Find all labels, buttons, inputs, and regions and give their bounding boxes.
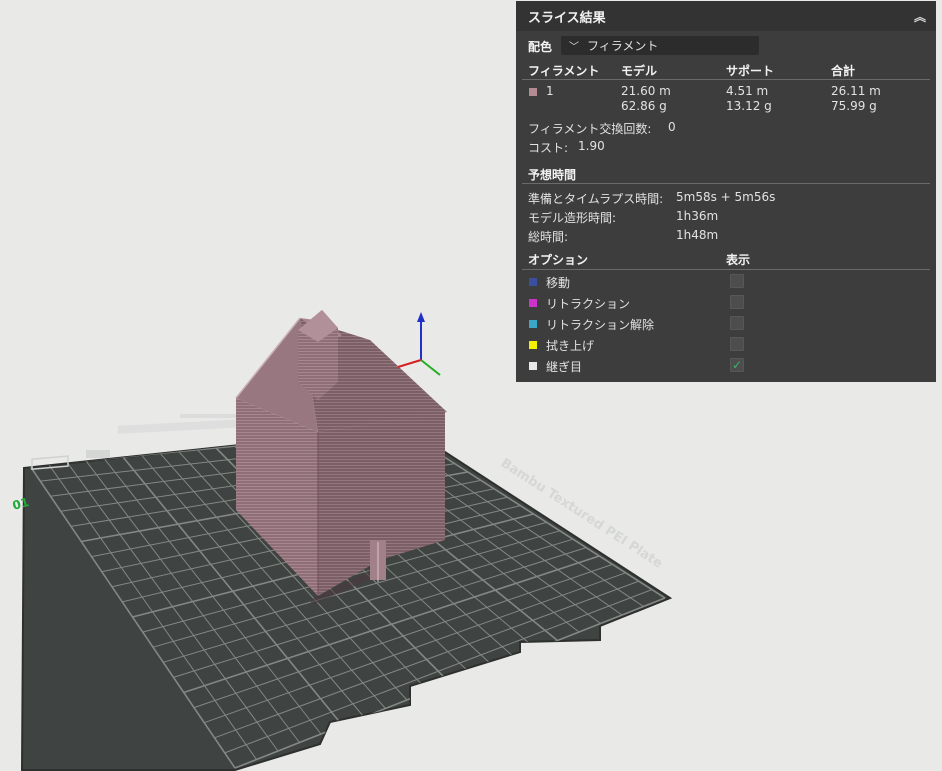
travel-color-swatch [529,278,537,286]
filament-changes-value: 0 [668,120,676,134]
double-chevron-up-icon[interactable]: ︽ [914,8,926,25]
divider [522,79,930,80]
model-time-value: 1h36m [676,209,719,223]
option-deretraction-label: リトラクション解除 [546,318,655,332]
option-travel-label: 移動 [546,276,571,290]
deretraction-color-swatch [529,320,537,328]
filament-color-swatch [529,88,537,96]
total-weight: 75.99 g [831,99,877,113]
option-deretraction-checkbox[interactable] [730,316,744,330]
cost-value: 1.90 [578,139,605,153]
color-scheme-label: 配色 [528,40,553,54]
options-header: オプション [528,253,589,267]
panel-title: スライス結果 [528,10,606,26]
support-weight: 13.12 g [726,99,772,113]
header-model: モデル [621,64,658,78]
header-total: 合計 [831,64,856,78]
chevron-down-icon: ﹀ [569,42,579,53]
option-travel-checkbox[interactable] [730,274,744,288]
option-retraction-checkbox[interactable] [730,295,744,309]
model-time-label: モデル造形時間: [528,211,617,225]
header-support: サポート [726,64,775,78]
slice-result-panel: スライス結果 ︽ 配色 ﹀ フィラメント フィラメント モデル サポート 合計 … [516,1,936,382]
color-scheme-value: フィラメント [587,39,659,53]
color-scheme-dropdown[interactable]: ﹀ フィラメント [561,36,759,55]
total-time-value: 1h48m [676,228,719,242]
filament-id: 1 [546,84,554,98]
header-filament: フィラメント [528,64,600,78]
option-wipe-checkbox[interactable] [730,337,744,351]
total-time-label: 総時間: [528,230,569,244]
option-wipe-label: 拭き上げ [546,339,595,353]
model-length: 21.60 m [621,84,671,98]
seam-color-swatch [529,362,537,370]
axis-gizmo [397,312,441,376]
model-weight: 62.86 g [621,99,667,113]
total-length: 26.11 m [831,84,881,98]
wipe-color-swatch [529,341,537,349]
support-length: 4.51 m [726,84,769,98]
filament-changes-label: フィラメント交換回数: [528,122,652,136]
prep-time-value: 5m58s + 5m56s [676,190,776,204]
panel-header: スライス結果 ︽ [516,1,936,31]
divider [522,269,930,270]
option-seam-checkbox[interactable]: ✓ [730,358,744,372]
retraction-color-swatch [529,299,537,307]
cost-label: コスト: [528,141,569,155]
estimated-time-title: 予想時間 [528,168,577,182]
display-header: 表示 [726,253,751,267]
prep-time-label: 準備とタイムラプス時間: [528,192,664,206]
option-retraction-label: リトラクション [546,297,631,311]
option-seam-label: 継ぎ目 [546,360,583,374]
divider [522,183,930,184]
